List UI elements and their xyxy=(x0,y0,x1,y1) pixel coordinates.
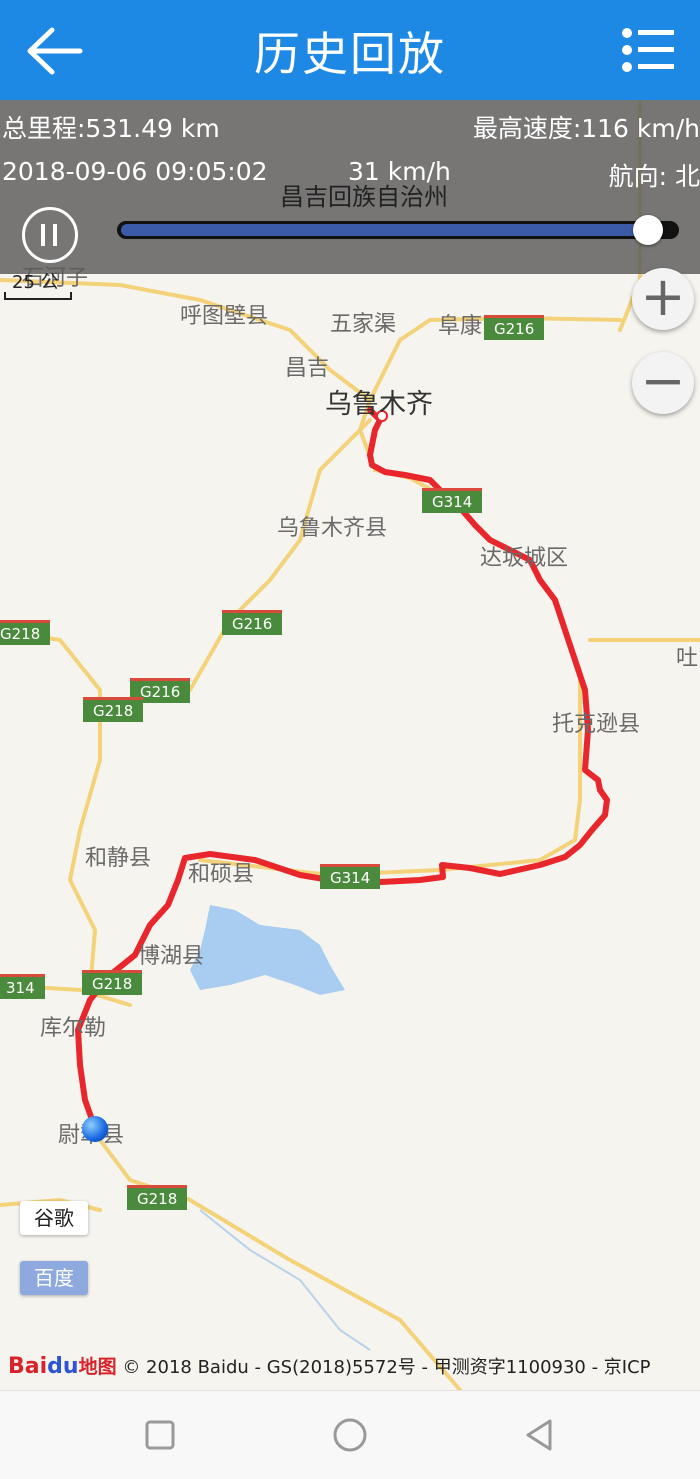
pause-button[interactable] xyxy=(22,207,78,263)
place-label-city: 乌鲁木齐 xyxy=(325,389,433,420)
triangle-back-icon[interactable] xyxy=(522,1417,558,1453)
map-scale: 25 公 xyxy=(4,268,72,300)
vehicle-position-marker xyxy=(82,1116,108,1142)
heading: 航向: 北 xyxy=(608,162,700,191)
road-shield: G218 xyxy=(127,1185,188,1210)
place-label: 五家渠 xyxy=(330,312,397,337)
map-view[interactable]: 石河子 呼图壁县 五家渠 阜康 昌吉 乌鲁木齐 乌鲁木齐县 达坂城区 吐 托克逊… xyxy=(0,100,700,1390)
place-label: 呼图壁县 xyxy=(180,304,269,329)
place-label: 托克逊县 xyxy=(552,712,641,737)
baidu-map-button[interactable]: 百度 xyxy=(20,1261,88,1295)
road-network xyxy=(0,100,700,1390)
playback-info-panel: 总里程:531.49 km 最高速度:116 km/h 2018-09-06 0… xyxy=(0,100,700,274)
page-title: 历史回放 xyxy=(254,27,446,81)
baidu-logo: Baidu地图 xyxy=(8,1354,117,1379)
road-shield: G218 xyxy=(82,970,143,995)
place-label: 昌吉 xyxy=(285,356,330,381)
playback-progress-slider[interactable] xyxy=(117,215,679,245)
list-menu-icon[interactable] xyxy=(622,26,674,74)
scale-bar xyxy=(4,292,72,300)
place-label: 库尔勒 xyxy=(40,1016,107,1041)
road-shield: G216 xyxy=(222,610,283,635)
map-base-layer xyxy=(0,100,700,1390)
place-label: 吐 xyxy=(676,646,699,671)
road-shield: G218 xyxy=(0,620,51,645)
place-label: 和静县 xyxy=(85,846,152,871)
google-map-button[interactable]: 谷歌 xyxy=(20,1201,88,1235)
road-shield: 314 xyxy=(0,974,45,999)
place-label: 博湖县 xyxy=(138,944,205,969)
road-shield: G314 xyxy=(422,488,483,513)
plus-icon: + xyxy=(640,265,686,328)
system-nav-bar xyxy=(0,1390,700,1479)
place-label: 和硕县 xyxy=(188,862,255,887)
road-shield: G314 xyxy=(320,864,381,889)
pause-icon xyxy=(41,224,45,246)
datetime: 2018-09-06 09:05:02 xyxy=(2,157,268,186)
square-recents-icon[interactable] xyxy=(142,1417,178,1453)
slider-fill xyxy=(121,224,647,236)
slider-thumb[interactable] xyxy=(633,215,663,245)
place-label: 乌鲁木齐县 xyxy=(277,516,388,541)
max-speed: 最高速度:116 km/h xyxy=(472,114,700,143)
app-header: 历史回放 xyxy=(0,0,700,100)
scale-label: 25 公 xyxy=(12,272,59,293)
total-mileage: 总里程:531.49 km xyxy=(2,114,220,143)
road-shield: G218 xyxy=(83,697,144,722)
circle-home-icon[interactable] xyxy=(332,1417,368,1453)
minus-icon: − xyxy=(640,349,686,412)
lake xyxy=(190,905,345,995)
zoom-in-button[interactable]: + xyxy=(632,268,694,330)
road-shield: G216 xyxy=(484,315,545,340)
zoom-out-button[interactable]: − xyxy=(632,352,694,414)
map-copyright: Baidu地图 © 2018 Baidu - GS(2018)5572号 - 甲… xyxy=(8,1352,700,1382)
place-label: 阜康 xyxy=(438,314,483,339)
region-label: 昌吉回族自治州 xyxy=(280,183,448,211)
copyright-text: © 2018 Baidu - GS(2018)5572号 - 甲测资字11009… xyxy=(122,1357,651,1378)
place-label: 达坂城区 xyxy=(480,546,569,571)
